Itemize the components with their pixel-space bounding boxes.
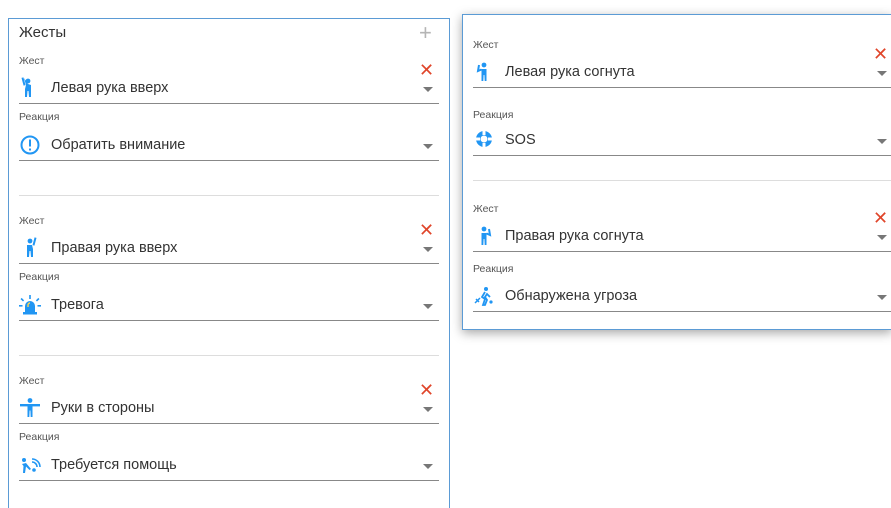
reaction-select-1[interactable]: Обратить внимание: [19, 132, 439, 161]
gestures-panel-left: Жесты + Жест ✕ Левая рука вверх Реакция …: [8, 18, 450, 508]
person-right-arm-bent-icon: [473, 225, 497, 247]
chevron-down-icon: [877, 139, 887, 144]
gesture-value-2: Правая рука вверх: [51, 240, 178, 256]
chevron-down-icon: [877, 235, 887, 240]
group-divider: [19, 355, 439, 356]
gesture-label: Жест: [473, 39, 499, 51]
help-signal-icon: [19, 454, 43, 476]
reaction-select-5[interactable]: Обнаружена угроза: [473, 283, 891, 312]
gesture-select-5[interactable]: Правая рука согнута: [473, 223, 891, 252]
gestures-panel-right: Жест ✕ Левая рука согнута Реакция SOS Же…: [462, 14, 891, 330]
person-left-arm-up-icon: [19, 77, 43, 99]
reaction-label: Реакция: [19, 271, 60, 283]
chevron-down-icon: [423, 247, 433, 252]
group-divider: [473, 180, 891, 181]
gesture-label: Жест: [473, 203, 499, 215]
reaction-value-3: Требуется помощь: [51, 457, 177, 473]
reaction-label: Реакция: [473, 263, 514, 275]
chevron-down-icon: [423, 407, 433, 412]
reaction-select-4[interactable]: SOS: [473, 127, 891, 156]
gesture-label: Жест: [19, 55, 45, 67]
person-right-arm-up-icon: [19, 237, 43, 259]
gesture-label: Жест: [19, 215, 45, 227]
reaction-label: Реакция: [19, 111, 60, 123]
gesture-value-5: Правая рука согнута: [505, 228, 644, 244]
gesture-label: Жест: [19, 375, 45, 387]
panel-title: Жесты: [19, 24, 67, 41]
chevron-down-icon: [423, 87, 433, 92]
reaction-value-4: SOS: [505, 132, 536, 148]
chevron-down-icon: [877, 71, 887, 76]
gesture-select-2[interactable]: Правая рука вверх: [19, 235, 439, 264]
chevron-down-icon: [423, 144, 433, 149]
gesture-value-3: Руки в стороны: [51, 400, 155, 416]
chevron-down-icon: [423, 304, 433, 309]
reaction-value-2: Тревога: [51, 297, 104, 313]
gesture-value-1: Левая рука вверх: [51, 80, 169, 96]
exclamation-circle-icon: [19, 134, 43, 156]
person-arms-out-icon: [19, 397, 43, 419]
alarm-light-icon: [19, 294, 43, 316]
reaction-select-2[interactable]: Тревога: [19, 292, 439, 321]
gesture-value-4: Левая рука согнута: [505, 64, 635, 80]
gesture-select-3[interactable]: Руки в стороны: [19, 395, 439, 424]
reaction-value-5: Обнаружена угроза: [505, 288, 638, 304]
lifebuoy-icon: [473, 129, 497, 151]
chevron-down-icon: [877, 295, 887, 300]
group-divider: [19, 195, 439, 196]
reaction-select-3[interactable]: Требуется помощь: [19, 452, 439, 481]
gesture-select-4[interactable]: Левая рука согнута: [473, 59, 891, 88]
add-gesture-button[interactable]: +: [419, 22, 432, 44]
chevron-down-icon: [423, 464, 433, 469]
reaction-label: Реакция: [473, 109, 514, 121]
gesture-select-1[interactable]: Левая рука вверх: [19, 75, 439, 104]
reaction-label: Реакция: [19, 431, 60, 443]
person-left-arm-bent-icon: [473, 61, 497, 83]
reaction-value-1: Обратить внимание: [51, 137, 186, 153]
threat-person-icon: [473, 285, 497, 307]
